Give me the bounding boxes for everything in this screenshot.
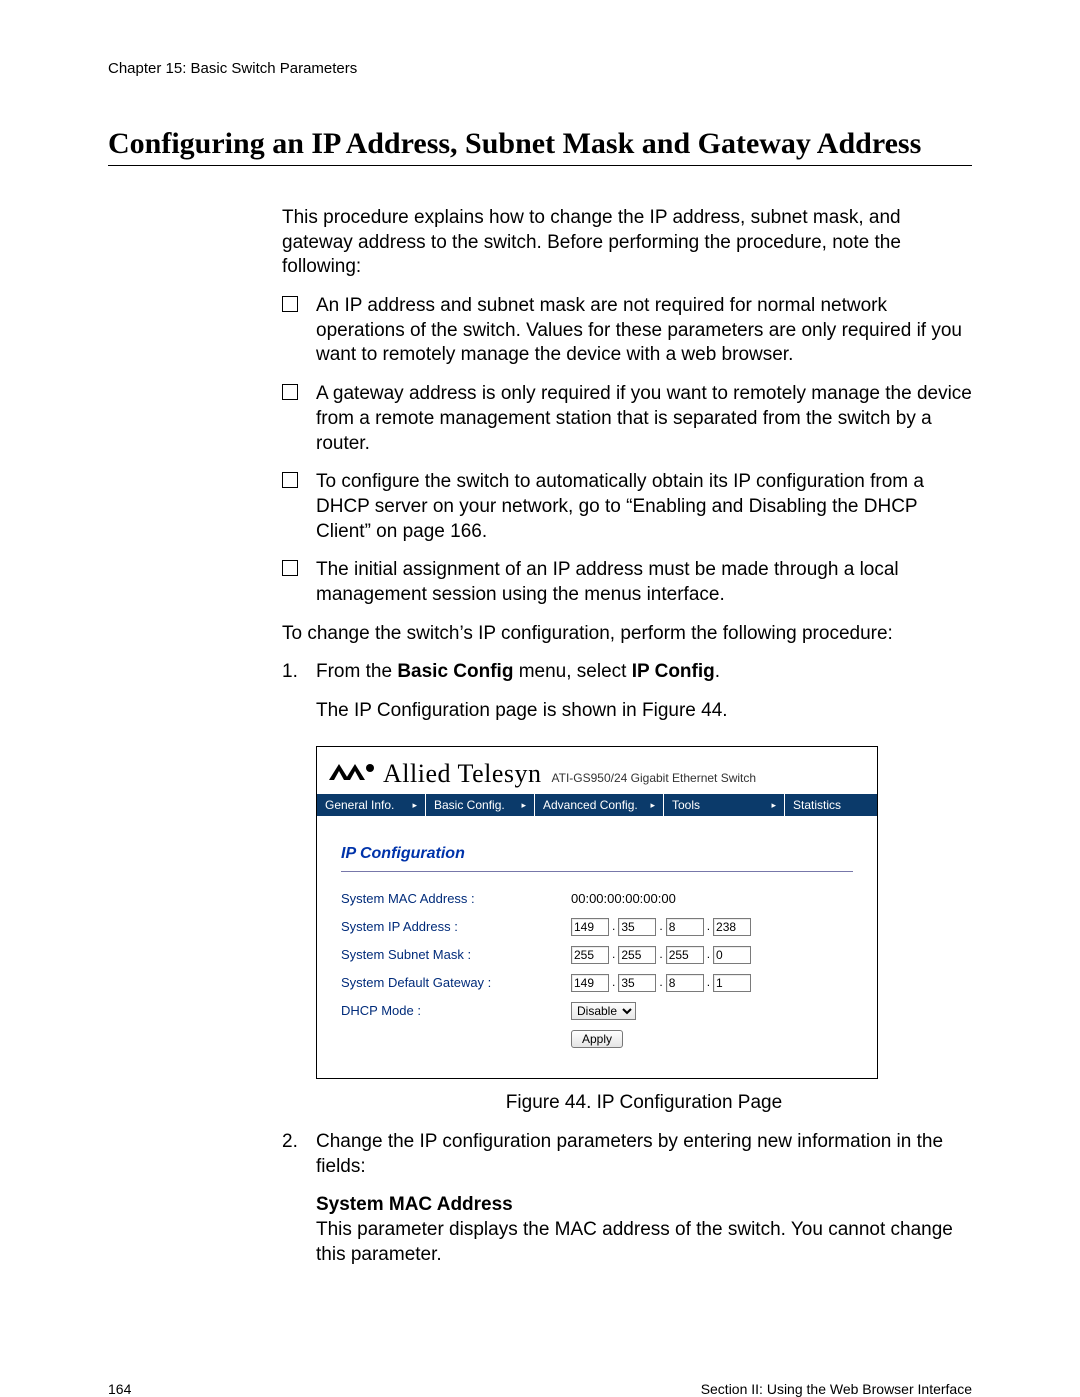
figure-caption: Figure 44. IP Configuration Page [316,1091,972,1116]
allied-telesyn-logo-icon [329,762,377,782]
parameter-description: This parameter displays the MAC address … [316,1218,972,1267]
nav-label: General Info. [325,799,394,811]
parameter-title: System MAC Address [316,1193,972,1218]
lead-in: To change the switch’s IP configuration,… [282,622,972,647]
gw-octet-2[interactable] [618,974,656,992]
dot-separator: . [706,947,711,963]
subnet-mask-octets: . . . [571,946,751,964]
notes-list: An IP address and subnet mask are not re… [282,294,972,608]
menu-item: IP Config [632,661,715,682]
step-2: 2. Change the IP configuration parameter… [282,1130,972,1267]
subnet-mask-label: System Subnet Mask : [341,947,571,964]
dot-separator: . [611,919,616,935]
gw-octet-4[interactable] [713,974,751,992]
title-rule [108,165,972,166]
list-item: A gateway address is only required if yo… [282,382,972,456]
dot-separator: . [611,975,616,991]
mask-octet-2[interactable] [618,946,656,964]
ip-octet-1[interactable] [571,918,609,936]
mac-address-value: 00:00:00:00:00:00 [571,891,676,908]
gateway-label: System Default Gateway : [341,975,571,992]
gw-octet-3[interactable] [666,974,704,992]
text: From the [316,661,397,682]
dot-separator: . [658,975,663,991]
brand-name: Allied Telesyn [383,757,542,791]
section-heading: IP Configuration [341,844,853,865]
mask-octet-3[interactable] [666,946,704,964]
content-body: This procedure explains how to change th… [282,206,972,1267]
gw-octet-1[interactable] [571,974,609,992]
square-bullet-icon [282,472,298,488]
figure-screenshot: Allied Telesyn ATI-GS950/24 Gigabit Ethe… [316,746,878,1080]
step-description: The IP Configuration page is shown in Fi… [316,699,972,724]
nav-statistics[interactable]: Statistics [785,794,877,816]
section-rule [341,871,853,872]
dot-separator: . [658,919,663,935]
nav-bar: General Info. ▸ Basic Config. ▸ Advanced C… [317,794,877,816]
step-1: 1. From the Basic Config menu, select IP… [282,660,972,1116]
square-bullet-icon [282,384,298,400]
list-item: The initial assignment of an IP address … [282,558,972,607]
section-footer: Section II: Using the Web Browser Interf… [701,1381,972,1397]
nav-advanced-config[interactable]: Advanced Config. ▸ [535,794,664,816]
mac-address-label: System MAC Address : [341,891,571,908]
list-item: To configure the switch to automatically… [282,470,972,544]
dhcp-mode-select[interactable]: Disable [571,1002,636,1020]
nav-label: Basic Config. [434,799,505,811]
ip-octet-4[interactable] [713,918,751,936]
menu-name: Basic Config [397,661,513,682]
step-number: 1. [282,660,298,685]
chevron-right-icon: ▸ [521,801,526,810]
mask-octet-1[interactable] [571,946,609,964]
square-bullet-icon [282,560,298,576]
ip-octet-2[interactable] [618,918,656,936]
ip-address-octets: . . . [571,918,751,936]
nav-basic-config[interactable]: Basic Config. ▸ [426,794,535,816]
chapter-header: Chapter 15: Basic Switch Parameters [108,60,972,77]
apply-button[interactable]: Apply [571,1030,623,1048]
dhcp-mode-label: DHCP Mode : [341,1003,571,1020]
ip-address-label: System IP Address : [341,919,571,936]
intro-paragraph: This procedure explains how to change th… [282,206,972,280]
square-bullet-icon [282,296,298,312]
text: menu, select [513,661,631,682]
step-number: 2. [282,1130,298,1155]
step-text: From the Basic Config menu, select IP Co… [316,661,720,682]
gateway-octets: . . . [571,974,751,992]
list-item-text: To configure the switch to automatically… [316,471,924,541]
list-item-text: The initial assignment of an IP address … [316,559,899,605]
dot-separator: . [658,947,663,963]
page-number: 164 [108,1381,131,1397]
dot-separator: . [706,919,711,935]
text: . [715,661,720,682]
nav-label: Statistics [793,799,841,811]
nav-general-info[interactable]: General Info. ▸ [317,794,426,816]
nav-tools[interactable]: Tools ▸ [664,794,785,816]
nav-label: Advanced Config. [543,799,638,811]
chevron-right-icon: ▸ [650,801,655,810]
list-item: An IP address and subnet mask are not re… [282,294,972,368]
page-title: Configuring an IP Address, Subnet Mask a… [108,127,972,161]
chevron-right-icon: ▸ [412,801,417,810]
list-item-text: A gateway address is only required if yo… [316,383,972,453]
step-text: Change the IP configuration parameters b… [316,1131,943,1177]
product-model: ATI-GS950/24 Gigabit Ethernet Switch [552,771,757,787]
nav-label: Tools [672,799,700,811]
dot-separator: . [611,947,616,963]
dot-separator: . [706,975,711,991]
list-item-text: An IP address and subnet mask are not re… [316,295,962,365]
mask-octet-4[interactable] [713,946,751,964]
chevron-right-icon: ▸ [771,801,776,810]
ip-octet-3[interactable] [666,918,704,936]
